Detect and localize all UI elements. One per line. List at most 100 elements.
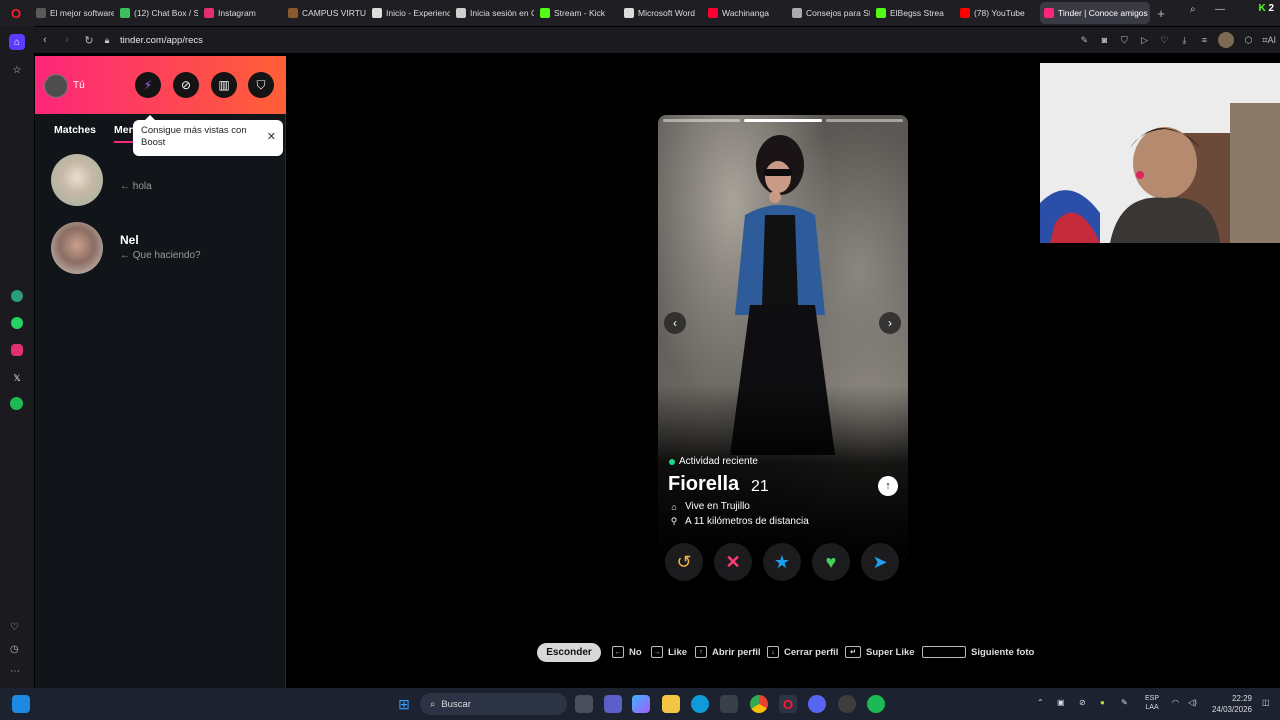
previous-photo-icon[interactable]: ‹ (664, 312, 686, 334)
browser-tab[interactable]: Instagram (200, 2, 282, 24)
browser-tab[interactable]: Stream - Kick (536, 2, 618, 24)
notifications-icon[interactable]: ◫ (1262, 698, 1270, 707)
taskbar-search[interactable]: ⌕ Buscar (420, 693, 567, 715)
ai-button[interactable]: ⌗AI (1262, 35, 1276, 46)
tab-label: Microsoft Word (638, 8, 695, 18)
more-icon[interactable]: ⋯ (10, 666, 20, 677)
profile-avatar[interactable] (1218, 32, 1235, 48)
next-photo-icon[interactable]: › (879, 312, 901, 334)
conversation-item[interactable]: ← hola (35, 154, 286, 210)
reload-icon[interactable]: ↻ (78, 34, 100, 47)
browser-tab[interactable]: El mejor software (32, 2, 114, 24)
system-clock[interactable]: 22:29 24/03/2026 (1208, 693, 1252, 715)
edge-icon[interactable] (691, 695, 709, 713)
tooltip-text: Consigue más vistas con Boost (141, 125, 247, 148)
chatgpt-icon[interactable] (11, 290, 23, 302)
camera-icon[interactable]: ◙ (1098, 35, 1110, 45)
spotify-taskbar-icon[interactable] (867, 695, 885, 713)
browser-tab[interactable]: (12) Chat Box / St (116, 2, 198, 24)
play-icon[interactable]: ▷ (1138, 35, 1150, 46)
task-view-icon[interactable] (575, 695, 593, 713)
tab-matches[interactable]: Matches (54, 124, 96, 136)
opera-logo-icon[interactable]: O (0, 0, 32, 26)
rewind-button[interactable]: ↺ (665, 543, 703, 581)
superlike-button[interactable]: ★ (763, 543, 801, 581)
browser-tab[interactable]: Microsoft Word (620, 2, 702, 24)
history-icon[interactable]: ◷ (10, 644, 19, 655)
conversation-item[interactable]: Nel ← Que haciendo? (35, 222, 286, 278)
search-tabs-icon[interactable]: ⌕ (1190, 4, 1196, 15)
safety-shield-icon[interactable]: ⛉ (248, 72, 274, 98)
photo-progress-segment[interactable] (663, 119, 741, 122)
screen: O El mejor software (12) Chat Box / St Ins… (0, 0, 1280, 720)
conversation-last-message: ← hola (120, 181, 152, 192)
shield-icon[interactable]: ⛉ (1118, 35, 1130, 46)
photo-gradient (658, 385, 908, 559)
speed-dial-icon[interactable]: ☆ (9, 62, 25, 78)
menu-icon[interactable]: ≡ (1198, 35, 1210, 45)
store-icon[interactable] (720, 695, 738, 713)
tray-chevron-icon[interactable]: ⌃ (1037, 698, 1044, 707)
favorites-heart-icon[interactable]: ♡ (10, 622, 19, 633)
edit-icon[interactable]: ✎ (1078, 35, 1090, 46)
volume-icon[interactable]: ◁) (1188, 698, 1197, 707)
obs-icon[interactable] (838, 695, 856, 713)
profile-card[interactable]: ‹ › Actividad reciente Fiorella 21 ↑ ⌂ V… (658, 115, 908, 559)
tray-network-off-icon[interactable]: ⊘ (1079, 698, 1086, 707)
copilot-icon[interactable] (632, 695, 650, 713)
extensions-icon[interactable]: ⬡ (1242, 35, 1254, 46)
tab-label: Inicio - Experienc (386, 8, 450, 18)
file-explorer-icon[interactable] (662, 695, 680, 713)
browser-tab[interactable]: Tinder | Conoce amigos y (1040, 2, 1150, 24)
home-icon[interactable]: ⌂ (9, 34, 25, 50)
nope-button[interactable]: ✕ (714, 543, 752, 581)
tray-pen-icon[interactable]: ✎ (1121, 698, 1128, 707)
whatsapp-icon[interactable] (11, 317, 23, 329)
close-icon[interactable]: ✕ (267, 131, 276, 143)
teams-icon[interactable] (604, 695, 622, 713)
opera-taskbar-icon[interactable]: O (779, 695, 797, 713)
kick-notification-badge[interactable]: K 2 (1258, 3, 1274, 14)
forward-icon[interactable]: › (56, 34, 78, 46)
keyboard-language[interactable]: ESP LAA (1145, 694, 1159, 712)
widgets-icon[interactable] (12, 695, 30, 713)
download-icon[interactable]: ⤓ (1178, 35, 1190, 46)
browser-tab[interactable]: ElBegss Strea (872, 2, 954, 24)
minimize-icon[interactable]: — (1215, 4, 1225, 15)
browser-tab[interactable]: Inicio - Experienc (368, 2, 450, 24)
back-icon[interactable]: ‹ (34, 34, 56, 46)
open-profile-icon[interactable]: ↑ (878, 476, 898, 496)
taskbar-search-label: Buscar (441, 698, 471, 710)
new-tab-icon[interactable]: + (1152, 4, 1170, 22)
browser-tab[interactable]: CAMPUS VIRTUA (284, 2, 366, 24)
tray-app-icon[interactable]: ▣ (1057, 698, 1065, 707)
windows-start-icon[interactable]: ⊞ (395, 695, 413, 713)
tab-favicon-icon (372, 8, 382, 18)
photo-progress-segment[interactable] (825, 119, 903, 122)
my-profile-label[interactable]: Tú (73, 80, 85, 91)
instagram-icon[interactable] (11, 344, 23, 356)
tray-status-icon[interactable]: ● (1100, 698, 1105, 707)
discord-icon[interactable] (808, 695, 826, 713)
tab-label: El mejor software (50, 8, 114, 18)
send-boost-button[interactable]: ➤ (861, 543, 899, 581)
explore-icon[interactable]: ⊘ (173, 72, 199, 98)
kick-count: 2 (1268, 3, 1274, 14)
like-button[interactable]: ♥ (812, 543, 850, 581)
chrome-icon[interactable] (750, 695, 768, 713)
address-bar-tools: ✎ ◙ ⛉ ▷ ♡ ⤓ ≡ ⬡ ⌗AI (1078, 32, 1276, 48)
browser-tab[interactable]: Consejos para St (788, 2, 870, 24)
hide-shortcuts-button[interactable]: Esconder (537, 643, 601, 662)
browser-tab[interactable]: Wachinanga (704, 2, 786, 24)
photo-progress-segment[interactable] (744, 119, 822, 122)
browser-tab[interactable]: Inicia sesión en C (452, 2, 534, 24)
wifi-icon[interactable]: ◠ (1172, 698, 1179, 707)
spotify-icon[interactable] (10, 397, 23, 410)
heart-icon[interactable]: ♡ (1158, 35, 1170, 46)
browser-tab[interactable]: (78) YouTube (956, 2, 1038, 24)
swipe-surge-icon[interactable]: ▥ (211, 72, 237, 98)
x-twitter-icon[interactable]: 𝕏 (9, 370, 25, 386)
url-field[interactable]: tinder.com/app/recs (120, 35, 203, 46)
my-profile-avatar[interactable] (44, 74, 68, 98)
boost-icon[interactable]: ⚡︎ (135, 72, 161, 98)
